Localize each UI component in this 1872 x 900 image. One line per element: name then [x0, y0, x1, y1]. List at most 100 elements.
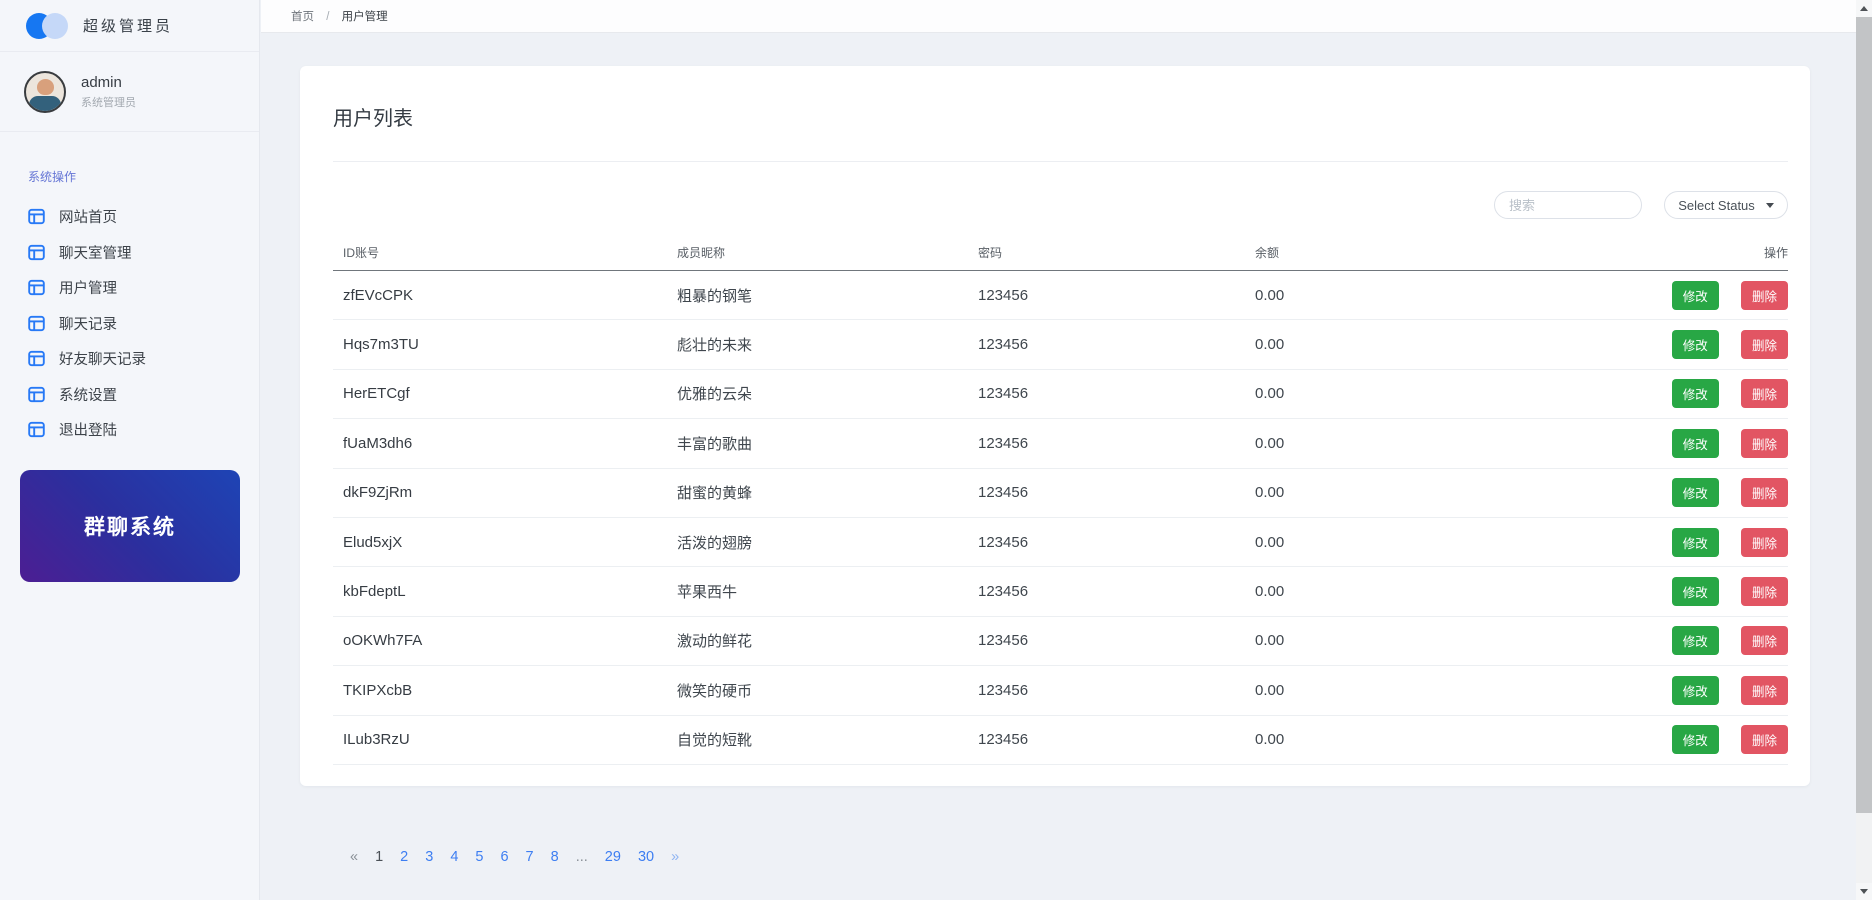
title-divider [333, 161, 1788, 162]
delete-button[interactable]: 删除 [1741, 626, 1788, 655]
breadcrumb: 首页 / 用户管理 [291, 8, 388, 24]
status-select[interactable]: Select Status [1664, 191, 1788, 219]
edit-button[interactable]: 修改 [1672, 379, 1719, 408]
pagination-next[interactable]: » [671, 849, 679, 865]
scrollbar-thumb[interactable] [1856, 17, 1872, 813]
sidebar: 超级管理员 admin 系统管理员 系统操作 网站首页 [0, 0, 260, 900]
table-row: kbFdeptL 苹果西牛 123456 0.00 修改 删除 [333, 567, 1788, 616]
breadcrumb-home-link[interactable]: 首页 [291, 11, 314, 23]
edit-button[interactable]: 修改 [1672, 478, 1719, 507]
row-actions: 修改 删除 [1545, 577, 1788, 606]
pagination-page-5[interactable]: 5 [475, 849, 483, 865]
user-balance: 0.00 [1245, 534, 1545, 551]
user-balance: 0.00 [1245, 336, 1545, 353]
pagination-page-8[interactable]: 8 [551, 849, 559, 865]
pagination-ellipsis[interactable]: ... [576, 849, 588, 865]
scroll-up-button[interactable] [1856, 0, 1872, 17]
sidebar-menu-item[interactable]: 网站首页 [0, 199, 259, 235]
edit-button[interactable]: 修改 [1672, 725, 1719, 754]
layout-grid-icon [28, 279, 45, 296]
user-balance: 0.00 [1245, 731, 1545, 748]
user-password: 123456 [968, 534, 1245, 551]
edit-button[interactable]: 修改 [1672, 577, 1719, 606]
user-balance: 0.00 [1245, 632, 1545, 649]
sidebar-menu-item-label: 退出登陆 [59, 419, 117, 440]
profile-role: 系统管理员 [81, 94, 136, 110]
user-id: ILub3RzU [333, 731, 667, 748]
user-balance: 0.00 [1245, 682, 1545, 699]
user-balance: 0.00 [1245, 484, 1545, 501]
sidebar-menu-item-label: 网站首页 [59, 206, 117, 227]
row-actions: 修改 删除 [1545, 528, 1788, 557]
header-id: ID账号 [333, 244, 667, 261]
user-password: 123456 [968, 632, 1245, 649]
user-nickname: 激动的鲜花 [667, 630, 968, 651]
sidebar-menu-item[interactable]: 系统设置 [0, 377, 259, 413]
layout-grid-icon [28, 244, 45, 261]
edit-button[interactable]: 修改 [1672, 330, 1719, 359]
delete-button[interactable]: 删除 [1741, 330, 1788, 359]
delete-button[interactable]: 删除 [1741, 528, 1788, 557]
pagination-page-30[interactable]: 30 [638, 849, 654, 865]
pagination-page-4[interactable]: 4 [450, 849, 458, 865]
delete-button[interactable]: 删除 [1741, 577, 1788, 606]
sidebar-menu-item[interactable]: 用户管理 [0, 270, 259, 306]
table-body: zfEVcCPK 粗暴的钢笔 123456 0.00 修改 删除 Hqs7m3T… [333, 271, 1788, 765]
user-profile: admin 系统管理员 [0, 52, 259, 132]
breadcrumb-separator: / [326, 11, 329, 23]
search-input[interactable] [1494, 191, 1642, 219]
user-password: 123456 [968, 435, 1245, 452]
user-id: HerETCgf [333, 385, 667, 402]
pagination-prev[interactable]: « [350, 849, 358, 865]
pagination-page-29[interactable]: 29 [605, 849, 621, 865]
breadcrumb-current: 用户管理 [342, 11, 388, 23]
user-password: 123456 [968, 731, 1245, 748]
sidebar-menu-item[interactable]: 聊天记录 [0, 306, 259, 342]
pagination-page-7[interactable]: 7 [526, 849, 534, 865]
arrow-down-icon [1860, 889, 1868, 894]
row-actions: 修改 删除 [1545, 379, 1788, 408]
delete-button[interactable]: 删除 [1741, 725, 1788, 754]
layout-grid-icon [28, 315, 45, 332]
row-actions: 修改 删除 [1545, 725, 1788, 754]
pagination-page-6[interactable]: 6 [500, 849, 508, 865]
row-actions: 修改 删除 [1545, 478, 1788, 507]
edit-button[interactable]: 修改 [1672, 626, 1719, 655]
sidebar-menu-item-label: 好友聊天记录 [59, 348, 146, 369]
header-actions: 操作 [1545, 244, 1788, 261]
scroll-down-button[interactable] [1856, 883, 1872, 900]
table-row: HerETCgf 优雅的云朵 123456 0.00 修改 删除 [333, 370, 1788, 419]
delete-button[interactable]: 删除 [1741, 429, 1788, 458]
system-banner[interactable]: 群聊系统 [20, 470, 240, 582]
pagination-page-3[interactable]: 3 [425, 849, 433, 865]
sidebar-menu-item-label: 用户管理 [59, 277, 117, 298]
table-row: zfEVcCPK 粗暴的钢笔 123456 0.00 修改 删除 [333, 271, 1788, 320]
delete-button[interactable]: 删除 [1741, 676, 1788, 705]
sidebar-menu-item[interactable]: 退出登陆 [0, 412, 259, 448]
arrow-up-icon [1860, 6, 1868, 11]
layout-grid-icon [28, 350, 45, 367]
sidebar-menu-item[interactable]: 聊天室管理 [0, 235, 259, 271]
edit-button[interactable]: 修改 [1672, 429, 1719, 458]
sidebar-menu-item[interactable]: 好友聊天记录 [0, 341, 259, 377]
user-id: Hqs7m3TU [333, 336, 667, 353]
delete-button[interactable]: 删除 [1741, 379, 1788, 408]
table-row: oOKWh7FA 激动的鲜花 123456 0.00 修改 删除 [333, 617, 1788, 666]
vertical-scrollbar[interactable] [1856, 0, 1872, 900]
user-balance: 0.00 [1245, 287, 1545, 304]
edit-button[interactable]: 修改 [1672, 528, 1719, 557]
pagination-page-1[interactable]: 1 [375, 849, 383, 865]
delete-button[interactable]: 删除 [1741, 478, 1788, 507]
user-password: 123456 [968, 385, 1245, 402]
delete-button[interactable]: 删除 [1741, 281, 1788, 310]
user-id: kbFdeptL [333, 583, 667, 600]
pagination-page-2[interactable]: 2 [400, 849, 408, 865]
edit-button[interactable]: 修改 [1672, 676, 1719, 705]
user-id: dkF9ZjRm [333, 484, 667, 501]
app-logo-icon [26, 13, 68, 39]
brand-header: 超级管理员 [0, 0, 259, 52]
user-nickname: 微笑的硬币 [667, 680, 968, 701]
table-row: fUaM3dh6 丰富的歌曲 123456 0.00 修改 删除 [333, 419, 1788, 468]
edit-button[interactable]: 修改 [1672, 281, 1719, 310]
avatar [24, 71, 66, 113]
